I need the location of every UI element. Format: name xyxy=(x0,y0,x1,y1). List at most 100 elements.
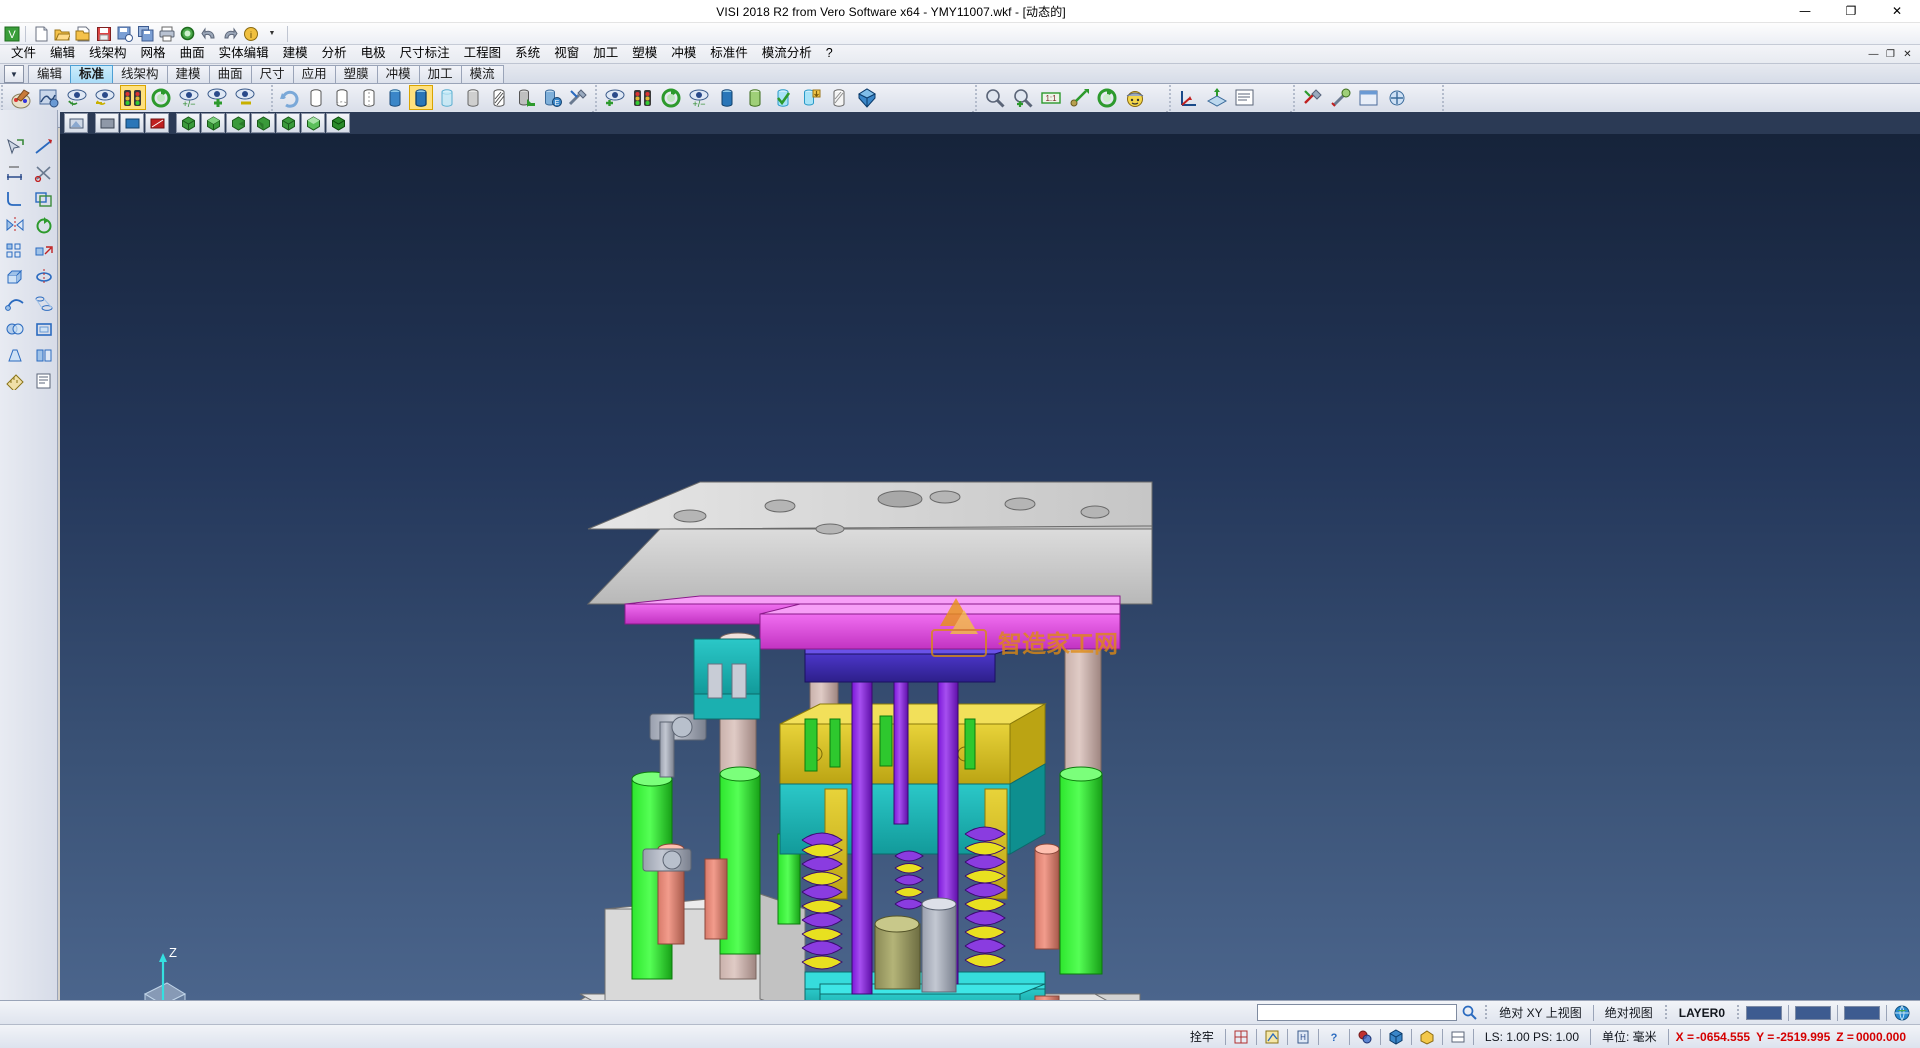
view-type-label[interactable]: 绝对视图 xyxy=(1597,1004,1661,1021)
toggle-visibility-icon[interactable]: +/− xyxy=(176,85,202,110)
menu-item-system[interactable]: 系统 xyxy=(508,45,547,63)
mdi-close-button[interactable]: ✕ xyxy=(1899,47,1916,62)
tab-edit[interactable]: 编辑 xyxy=(28,65,71,83)
view-solid-button[interactable] xyxy=(120,113,144,133)
dynamic-section-icon[interactable] xyxy=(514,85,538,110)
measure-icon[interactable] xyxy=(1,368,28,393)
zoom-all-icon[interactable] xyxy=(1010,85,1036,110)
rotate-refresh-icon[interactable] xyxy=(658,85,684,110)
view-iso5-button[interactable] xyxy=(276,113,300,133)
new-file-icon[interactable] xyxy=(31,24,51,43)
menu-item-mesh[interactable]: 网格 xyxy=(134,45,173,63)
undo-icon[interactable] xyxy=(199,24,219,43)
export-image-icon[interactable] xyxy=(798,85,824,110)
system-config-icon[interactable] xyxy=(1300,85,1326,110)
color-swatch-2[interactable] xyxy=(1795,1006,1831,1020)
search-input[interactable] xyxy=(1257,1004,1457,1021)
toggle-advanced-icon[interactable]: +/− xyxy=(686,85,712,110)
snap-grid-icon[interactable] xyxy=(1230,1027,1252,1047)
loft-icon[interactable] xyxy=(30,290,57,315)
properties-icon[interactable] xyxy=(30,368,57,393)
snap-point-icon[interactable] xyxy=(1261,1027,1283,1047)
snap-intersect-icon[interactable] xyxy=(1354,1027,1376,1047)
tab-flow[interactable]: 模流 xyxy=(461,65,504,83)
fillet-icon[interactable] xyxy=(1,186,28,211)
tab-progress[interactable]: 冲模 xyxy=(377,65,420,83)
print-icon[interactable] xyxy=(157,24,177,43)
draft-icon[interactable] xyxy=(1,342,28,367)
view-mode-label[interactable]: 绝对 XY 上视图 xyxy=(1491,1004,1589,1021)
dimension-icon[interactable] xyxy=(1,160,28,185)
menu-item-progress[interactable]: 冲模 xyxy=(664,45,703,63)
scale-tool-icon[interactable] xyxy=(30,238,57,263)
hidden-line-dashed-icon[interactable] xyxy=(356,85,380,110)
check-solid-icon[interactable] xyxy=(770,85,796,110)
layer-label[interactable]: LAYER0 xyxy=(1671,1006,1733,1020)
tab-mould[interactable]: 塑膜 xyxy=(335,65,378,83)
system-extra-icon[interactable] xyxy=(1384,85,1410,110)
isometric-solid-icon[interactable] xyxy=(854,85,880,110)
view-iso3-button[interactable] xyxy=(226,113,250,133)
color-swatch-3[interactable] xyxy=(1844,1006,1880,1020)
save-all-icon[interactable] xyxy=(136,24,156,43)
workplane-list-icon[interactable] xyxy=(1232,85,1258,110)
menu-item-solid-edit[interactable]: 实体编辑 xyxy=(212,45,276,63)
view-iso4-button[interactable] xyxy=(251,113,275,133)
menu-item-help[interactable]: ? xyxy=(819,45,840,63)
view-iso2-button[interactable] xyxy=(201,113,225,133)
workplane-axes-icon[interactable] xyxy=(1176,85,1202,110)
snap-help-icon[interactable]: ? xyxy=(1323,1027,1345,1047)
tab-dropdown-icon[interactable]: ▼ xyxy=(4,65,24,83)
print-preview-icon[interactable] xyxy=(178,24,198,43)
section-view-icon[interactable] xyxy=(487,85,511,110)
menu-item-machining[interactable]: 加工 xyxy=(586,45,625,63)
wireframe-view-icon[interactable] xyxy=(304,85,328,110)
menu-item-wireframe[interactable]: 线架构 xyxy=(82,45,134,63)
traffic-light-advanced-icon[interactable] xyxy=(630,85,656,110)
open-file-icon[interactable] xyxy=(52,24,72,43)
view-hatch-button[interactable] xyxy=(145,113,169,133)
zoom-scale-icon[interactable]: 1:1 xyxy=(1038,85,1064,110)
save-icon[interactable] xyxy=(94,24,114,43)
app-logo-icon[interactable]: V xyxy=(2,24,22,43)
grey-shade-icon[interactable] xyxy=(461,85,485,110)
tab-standard[interactable]: 标准 xyxy=(70,65,113,83)
menu-item-flow[interactable]: 模流分析 xyxy=(755,45,819,63)
shaded-solid-icon[interactable] xyxy=(714,85,740,110)
system-window-icon[interactable] xyxy=(1356,85,1382,110)
close-button[interactable]: ✕ xyxy=(1874,0,1920,23)
snap-vertex-icon[interactable] xyxy=(1416,1027,1438,1047)
tab-application[interactable]: 应用 xyxy=(293,65,336,83)
menu-item-dimension[interactable]: 尺寸标注 xyxy=(393,45,457,63)
hidden-line-icon[interactable] xyxy=(330,85,354,110)
add-entity-view-icon[interactable] xyxy=(602,85,628,110)
menu-item-file[interactable]: 文件 xyxy=(4,45,43,63)
transparent-view-icon[interactable] xyxy=(435,85,459,110)
refresh-view-icon[interactable] xyxy=(148,85,174,110)
pan-view-icon[interactable] xyxy=(1066,85,1092,110)
shaded-edges-icon[interactable] xyxy=(409,85,433,110)
view-iso1-button[interactable] xyxy=(176,113,200,133)
minimize-button[interactable]: — xyxy=(1782,0,1828,23)
split-icon[interactable] xyxy=(30,342,57,367)
snap-cube-icon[interactable] xyxy=(1385,1027,1407,1047)
hide-all-icon[interactable] xyxy=(232,85,258,110)
import-file-icon[interactable] xyxy=(73,24,93,43)
rotate-view-icon[interactable] xyxy=(1094,85,1120,110)
redo-icon[interactable] xyxy=(220,24,240,43)
show-entity-icon[interactable]: + xyxy=(64,85,90,110)
maximize-button[interactable]: ❐ xyxy=(1828,0,1874,23)
traffic-light-filter-icon[interactable] xyxy=(120,85,146,110)
system-tools-icon[interactable] xyxy=(1328,85,1354,110)
view-iso6-button[interactable] xyxy=(301,113,325,133)
line-tool-icon[interactable] xyxy=(30,134,57,159)
show-all-icon[interactable] xyxy=(204,85,230,110)
offset-icon[interactable] xyxy=(30,186,57,211)
menu-item-analysis[interactable]: 分析 xyxy=(315,45,354,63)
render-settings-icon[interactable]: E xyxy=(540,85,564,110)
color-palette-icon[interactable] xyxy=(8,85,34,110)
mdi-restore-button[interactable]: ❐ xyxy=(1882,47,1899,62)
view-iso7-button[interactable] xyxy=(326,113,350,133)
zoom-window-icon[interactable] xyxy=(982,85,1008,110)
menu-item-window[interactable]: 视窗 xyxy=(547,45,586,63)
